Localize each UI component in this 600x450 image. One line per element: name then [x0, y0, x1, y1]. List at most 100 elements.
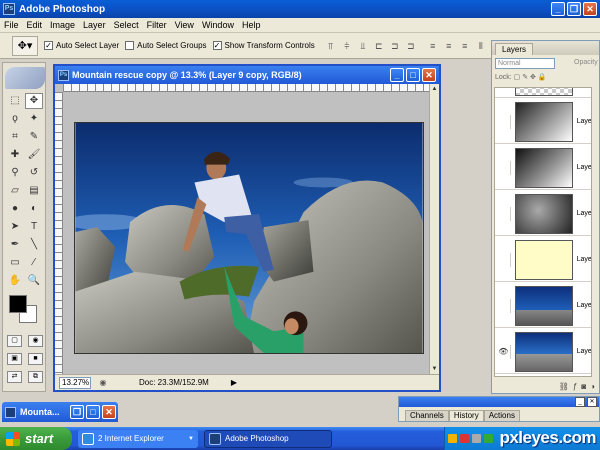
close-button[interactable]: ✕ — [583, 2, 597, 16]
mini-maximize-button[interactable]: □ — [86, 405, 100, 419]
path-selection-tool-icon[interactable]: ➤ — [6, 219, 24, 235]
align-top-icon[interactable]: ⫪ — [325, 40, 337, 52]
visibility-toggle[interactable] — [497, 252, 511, 267]
align-right-icon[interactable]: ⊐ — [405, 40, 417, 52]
visibility-toggle[interactable] — [497, 206, 511, 221]
align-left-icon[interactable]: ⊏ — [373, 40, 385, 52]
app-title-bar[interactable]: Ps Adobe Photoshop _ ❐ ✕ — [0, 0, 600, 18]
line-tool-icon[interactable]: ╲ — [25, 237, 43, 253]
mini-restore-button[interactable]: ❐ — [70, 405, 84, 419]
menu-filter[interactable]: Filter — [143, 20, 171, 30]
type-tool-icon[interactable]: T — [25, 219, 43, 235]
tray-icon-3[interactable] — [472, 434, 481, 443]
distribute-left-icon[interactable]: ⦀ — [475, 40, 487, 52]
mini-close-button[interactable]: ✕ — [102, 405, 116, 419]
marquee-tool-icon[interactable]: ⬚ — [6, 93, 24, 109]
auto-select-layer-checkbox[interactable]: ✓ Auto Select Layer — [44, 41, 119, 50]
scroll-up-icon[interactable]: ▲ — [430, 84, 439, 94]
visibility-toggle[interactable] — [497, 114, 511, 129]
layers-tab[interactable]: Layers — [495, 43, 534, 55]
layer-row[interactable]: Layer 8 — [495, 100, 598, 144]
move-tool-preset-icon[interactable]: ✥▾ — [12, 35, 38, 56]
slice-tool-icon[interactable]: ✎ — [25, 129, 43, 145]
layer-row[interactable]: 👁 Layer 1 — [495, 330, 598, 374]
visibility-toggle[interactable] — [497, 160, 511, 175]
vertical-scrollbar[interactable]: ▲ ▼ — [429, 84, 439, 374]
align-center-icon[interactable]: ⊐ — [389, 40, 401, 52]
lasso-tool-icon[interactable]: ϙ — [6, 111, 24, 127]
tray-icon-2[interactable] — [460, 434, 469, 443]
layer-row[interactable] — [495, 88, 598, 98]
align-bottom-icon[interactable]: ⫫ — [357, 40, 369, 52]
magic-wand-tool-icon[interactable]: ✦ — [25, 111, 43, 127]
dodge-tool-icon[interactable]: ◐ — [25, 201, 43, 217]
version-cue-icon[interactable]: ◉ — [97, 378, 109, 387]
status-menu-arrow-icon[interactable]: ▶ — [231, 378, 237, 387]
link-layers-icon[interactable]: ⛓ — [559, 382, 569, 391]
document-title-bar[interactable]: Ps Mountain rescue copy @ 13.3% (Layer 9… — [55, 66, 439, 84]
jump-to-imageready-icon[interactable]: ⇄ — [7, 371, 22, 383]
doc-minimize-button[interactable]: _ — [390, 68, 404, 82]
gradient-tool-icon[interactable]: ▤ — [25, 183, 43, 199]
standard-screen-mode-icon[interactable]: ▣ — [7, 353, 22, 365]
menu-window[interactable]: Window — [198, 20, 238, 30]
layer-mask-icon[interactable]: ◙ — [581, 382, 586, 391]
vertical-ruler[interactable] — [55, 92, 63, 374]
history-brush-tool-icon[interactable]: ↺ — [25, 165, 43, 181]
menu-help[interactable]: Help — [238, 20, 265, 30]
menu-edit[interactable]: Edit — [23, 20, 47, 30]
eye-icon[interactable]: 👁 — [497, 344, 511, 359]
blend-mode-select[interactable]: Normal — [495, 58, 555, 69]
taskbar-item-photoshop[interactable]: Adobe Photoshop — [204, 429, 332, 448]
taskbar-item-internet-explorer[interactable]: 2 Internet Explorer ▼ — [78, 429, 198, 448]
canvas-image[interactable] — [74, 122, 424, 354]
auto-select-groups-checkbox[interactable]: Auto Select Groups — [125, 41, 207, 50]
eraser-tool-icon[interactable]: ▱ — [6, 183, 24, 199]
visibility-toggle[interactable] — [497, 298, 511, 313]
minimized-document[interactable]: Mounta... ❐ □ ✕ — [2, 402, 118, 422]
layer-row[interactable]: Layer 8 — [495, 146, 598, 190]
palette-minimize-icon[interactable]: _ — [575, 397, 585, 407]
pen-tool-icon[interactable]: ✒ — [6, 237, 24, 253]
zoom-level-field[interactable]: 13.27% — [59, 376, 91, 389]
tab-channels[interactable]: Channels — [405, 410, 449, 421]
menu-file[interactable]: File — [0, 20, 23, 30]
adjustment-layer-icon[interactable]: ◑ — [590, 382, 595, 391]
healing-brush-tool-icon[interactable]: ✚ — [6, 147, 24, 163]
foreground-color-swatch[interactable] — [9, 295, 27, 313]
move-tool-icon[interactable]: ✥ — [25, 93, 43, 109]
tab-actions[interactable]: Actions — [483, 410, 520, 421]
distribute-middle-icon[interactable]: ≡ — [443, 40, 455, 52]
align-middle-icon[interactable]: ⫩ — [341, 40, 353, 52]
restore-button[interactable]: ❐ — [567, 2, 581, 16]
eyedropper-tool-icon[interactable]: ⁄ — [25, 255, 43, 271]
menu-select[interactable]: Select — [110, 20, 143, 30]
palette-close-icon[interactable]: ✕ — [587, 397, 597, 407]
horizontal-ruler[interactable] — [63, 84, 433, 92]
hand-tool-icon[interactable]: ✋ — [6, 273, 24, 289]
standard-mode-icon[interactable]: ▢ — [7, 335, 22, 347]
tray-icon-1[interactable] — [448, 434, 457, 443]
layer-style-icon[interactable]: ƒ — [573, 382, 577, 391]
distribute-top-icon[interactable]: ≡ — [427, 40, 439, 52]
menu-layer[interactable]: Layer — [79, 20, 110, 30]
notes-tool-icon[interactable]: ▭ — [6, 255, 24, 271]
quick-mask-mode-icon[interactable]: ◉ — [28, 335, 43, 347]
tab-history[interactable]: History — [448, 410, 484, 421]
minimize-button[interactable]: _ — [551, 2, 565, 16]
menu-view[interactable]: View — [171, 20, 198, 30]
start-button[interactable]: start — [0, 427, 72, 450]
layer-row[interactable]: Layer 3 — [495, 238, 598, 282]
layer-row[interactable]: Layer 1 — [495, 192, 598, 236]
blur-tool-icon[interactable]: ● — [6, 201, 24, 217]
brush-tool-icon[interactable]: 🖌 — [25, 147, 43, 163]
show-transform-controls-checkbox[interactable]: ✓ Show Transform Controls — [212, 41, 315, 50]
distribute-bottom-icon[interactable]: ≡ — [459, 40, 471, 52]
crop-tool-icon[interactable]: ⌗ — [6, 129, 24, 145]
canvas-area[interactable] — [63, 92, 433, 374]
zoom-tool-icon[interactable]: 🔍 — [25, 273, 43, 289]
menu-image[interactable]: Image — [46, 20, 79, 30]
clone-stamp-tool-icon[interactable]: ⚲ — [6, 165, 24, 181]
full-screen-mode-icon[interactable]: ■ — [28, 353, 43, 365]
doc-maximize-button[interactable]: □ — [406, 68, 420, 82]
